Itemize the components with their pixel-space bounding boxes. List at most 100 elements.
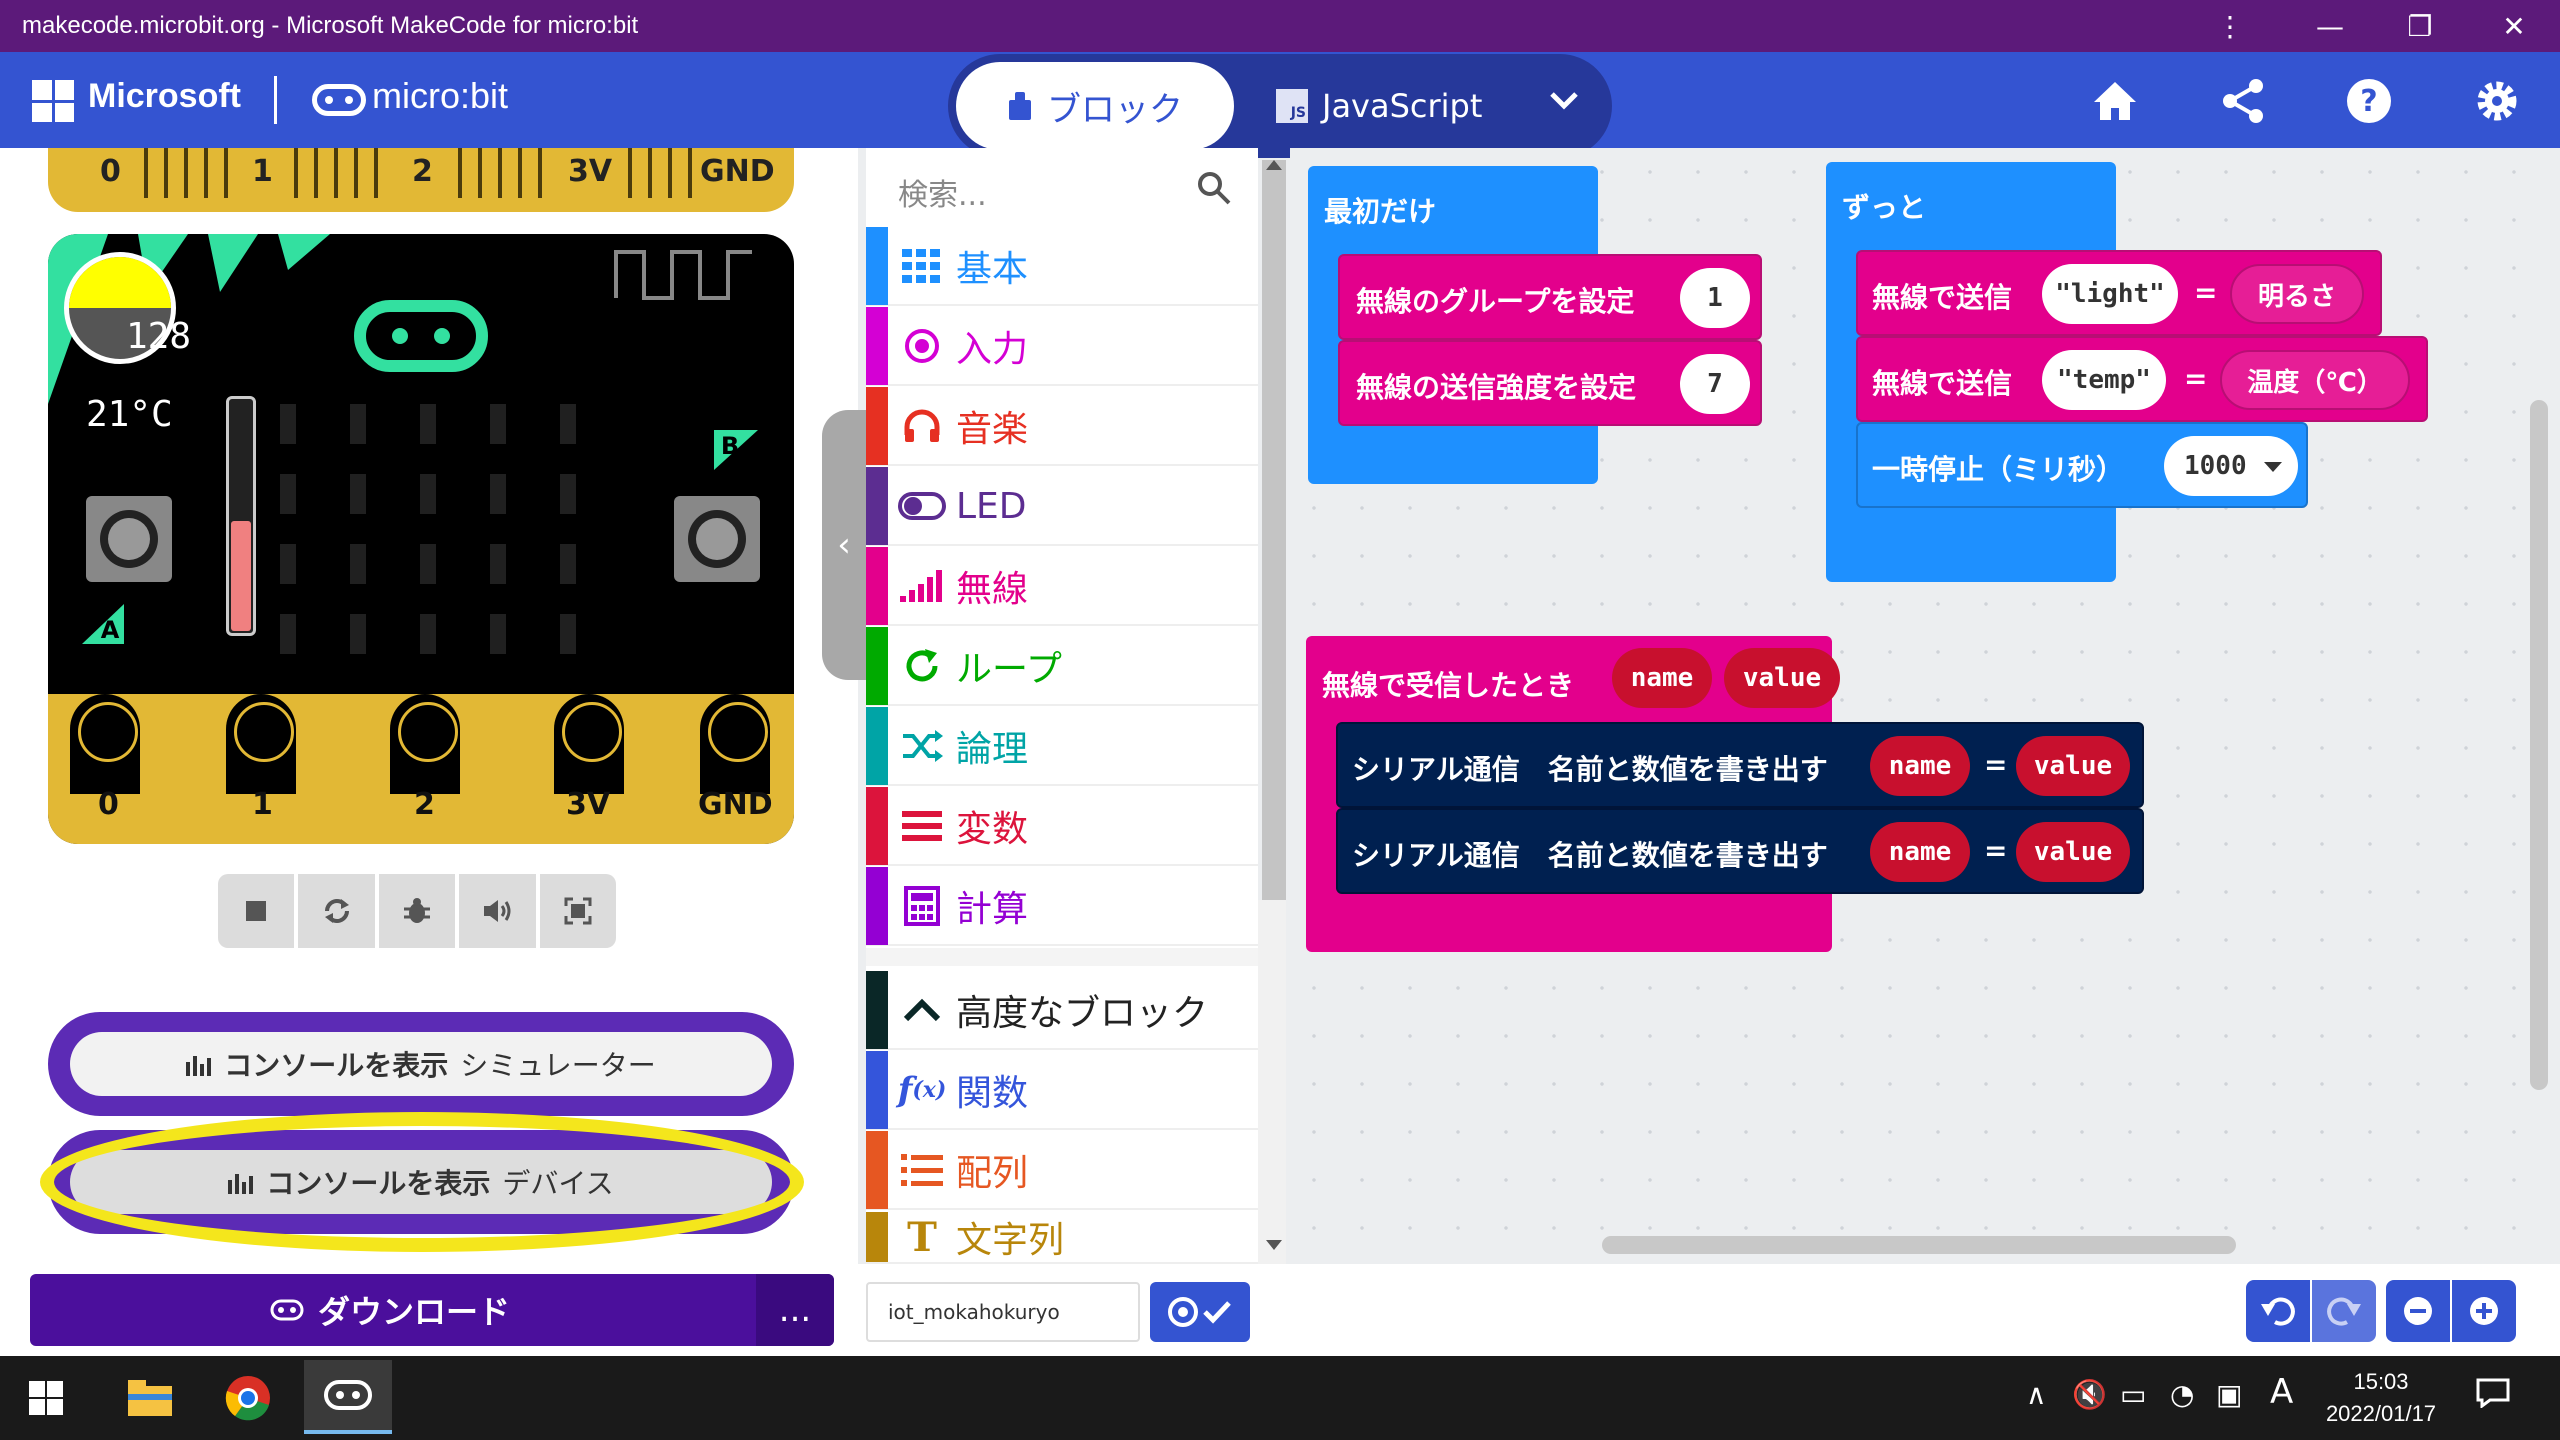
radio-set-group-block[interactable]: 無線のグループを設定 1 <box>1338 254 1762 340</box>
console-simulator-label: シミュレーター <box>460 1049 656 1082</box>
chevron-down-icon[interactable] <box>1546 82 1582 118</box>
save-github-button[interactable] <box>1150 1282 1250 1342</box>
pause-block[interactable]: 一時停止（ミリ秒） 1000 <box>1856 422 2308 508</box>
pin-2-pad[interactable] <box>390 694 460 794</box>
pin-label-top-3v: 3V <box>568 154 613 189</box>
pin-1-pad[interactable] <box>226 694 296 794</box>
scroll-up-arrow-icon[interactable] <box>1262 156 1286 176</box>
category-loops[interactable]: ループ <box>866 627 1258 706</box>
pin-0-pad[interactable] <box>70 694 140 794</box>
yellow-highlight-ellipse <box>40 1112 804 1252</box>
ime-indicator[interactable]: A <box>2270 1372 2293 1412</box>
download-bar: ダウンロード ... <box>30 1274 834 1346</box>
tab-blocks[interactable]: ブロック <box>956 62 1234 150</box>
category-variables[interactable]: 変数 <box>866 787 1258 866</box>
temperature-reporter[interactable]: 温度（℃） <box>2220 350 2410 410</box>
microbit-brand[interactable]: micro:bit <box>372 75 508 117</box>
more-options-icon[interactable]: ⋮ <box>2190 0 2270 52</box>
category-logic[interactable]: 論理 <box>866 707 1258 786</box>
temperature-slider[interactable] <box>226 396 256 636</box>
category-led[interactable]: LED <box>866 467 1258 546</box>
zoom-out-button[interactable] <box>2386 1280 2450 1342</box>
scroll-down-arrow-icon[interactable] <box>1262 1236 1286 1256</box>
serial-equals-2: = <box>1984 834 2008 867</box>
workspace-vertical-scrollbar[interactable] <box>2530 400 2548 1090</box>
show-console-simulator-button[interactable]: コンソールを表示 シミュレーター <box>48 1012 794 1116</box>
settings-gear-icon[interactable] <box>2470 74 2524 128</box>
notifications-icon[interactable] <box>2476 1378 2510 1415</box>
help-icon[interactable]: ? <box>2342 74 2396 128</box>
button-b[interactable] <box>674 496 760 582</box>
category-basic[interactable]: 基本 <box>866 227 1258 306</box>
mute-speaker-icon[interactable] <box>459 874 536 948</box>
radio-set-power-block[interactable]: 無線の送信強度を設定 7 <box>1338 340 1762 426</box>
category-advanced[interactable]: 高度なブロック <box>866 971 1258 1050</box>
param-value-pill[interactable]: value <box>1724 648 1840 708</box>
debug-bug-icon[interactable] <box>378 874 456 948</box>
pin-3v-pad[interactable] <box>554 694 624 794</box>
home-icon[interactable] <box>2088 74 2142 128</box>
restart-button[interactable] <box>298 874 375 948</box>
blocks-workspace[interactable]: 最初だけ 無線のグループを設定 1 無線の送信強度を設定 7 ずっと 無線で送信… <box>1290 148 2560 1264</box>
category-radio[interactable]: 無線 <box>866 547 1258 626</box>
light-level-reporter[interactable]: 明るさ <box>2230 264 2364 324</box>
app-header: Microsoft micro:bit ブロック JS JavaScript ? <box>0 52 2560 158</box>
category-math[interactable]: 計算 <box>866 867 1258 946</box>
send-name-temp[interactable]: "temp" <box>2042 350 2166 410</box>
param-name-pill[interactable]: name <box>1612 648 1712 708</box>
serial-write-value-block-1[interactable]: シリアル通信 名前と数値を書き出す name = value <box>1336 722 2144 808</box>
battery-icon[interactable]: ▭ <box>2120 1378 2146 1411</box>
shuffle-icon <box>888 730 956 762</box>
minimize-button[interactable]: — <box>2290 0 2370 52</box>
close-window-button[interactable]: ✕ <box>2474 0 2554 52</box>
stop-button[interactable] <box>218 874 295 948</box>
category-arrays[interactable]: 配列 <box>866 1131 1258 1210</box>
toolbox-search-input[interactable]: 検索... <box>898 170 987 214</box>
button-b-label-icon: B <box>714 430 758 470</box>
radio-send-value-block-2[interactable]: 無線で送信 "temp" = 温度（℃） <box>1856 336 2428 422</box>
volume-muted-icon[interactable]: 🔇 <box>2072 1378 2107 1411</box>
pause-ms-dropdown[interactable]: 1000 <box>2164 436 2298 496</box>
arg-name-pill-1[interactable]: name <box>1870 736 1970 796</box>
download-button[interactable]: ダウンロード <box>30 1274 750 1346</box>
category-text[interactable]: T 文字列 <box>866 1212 1258 1264</box>
zoom-in-button[interactable] <box>2452 1280 2516 1342</box>
fullscreen-icon[interactable] <box>539 874 617 948</box>
send-name-light[interactable]: "light" <box>2042 264 2178 324</box>
windows-start-icon[interactable] <box>14 1366 78 1430</box>
toolbox-scrollbar[interactable] <box>1262 160 1286 900</box>
microsoft-brand[interactable]: Microsoft <box>88 77 241 116</box>
file-explorer-icon[interactable] <box>118 1366 182 1430</box>
arg-value-pill-1[interactable]: value <box>2016 736 2130 796</box>
search-icon[interactable] <box>1196 170 1232 206</box>
editor-tabs: ブロック JS JavaScript <box>948 54 1612 158</box>
console-bars-icon <box>186 1056 212 1076</box>
chrome-icon[interactable] <box>216 1366 280 1430</box>
workspace-horizontal-scrollbar[interactable] <box>1602 1236 2236 1254</box>
radio-power-value[interactable]: 7 <box>1680 354 1750 414</box>
serial-write-value-block-2[interactable]: シリアル通信 名前と数値を書き出す name = value <box>1336 808 2144 894</box>
arg-value-pill-2[interactable]: value <box>2016 822 2130 882</box>
category-input[interactable]: 入力 <box>866 307 1258 386</box>
arg-name-pill-2[interactable]: name <box>1870 822 1970 882</box>
restore-button[interactable]: ❐ <box>2380 0 2460 52</box>
category-music[interactable]: 音楽 <box>866 387 1258 466</box>
tab-javascript[interactable]: JS JavaScript <box>1276 62 1506 150</box>
redo-button[interactable] <box>2312 1280 2376 1342</box>
share-icon[interactable] <box>2216 74 2270 128</box>
radio-group-value[interactable]: 1 <box>1680 268 1750 328</box>
button-a[interactable] <box>86 496 172 582</box>
wifi-icon[interactable]: ◔ <box>2170 1378 2194 1411</box>
collapse-simulator-button[interactable]: ‹ <box>822 410 866 680</box>
network-status-icon[interactable]: ▣ <box>2216 1378 2242 1411</box>
tray-overflow-chevron-icon[interactable]: ∧ <box>2026 1378 2047 1411</box>
calculator-icon <box>888 886 956 926</box>
radio-send-value-block-1[interactable]: 無線で送信 "light" = 明るさ <box>1856 250 2382 336</box>
category-functions[interactable]: f (x) 関数 <box>866 1051 1258 1130</box>
undo-button[interactable] <box>2246 1280 2310 1342</box>
download-more-button[interactable]: ... <box>756 1274 834 1346</box>
system-clock[interactable]: 15:03 2022/01/17 <box>2316 1366 2446 1430</box>
pin-gnd-pad[interactable] <box>700 694 770 794</box>
project-name-input[interactable]: iot_mokahokuryo <box>866 1282 1140 1342</box>
makecode-app-icon[interactable] <box>304 1360 392 1434</box>
